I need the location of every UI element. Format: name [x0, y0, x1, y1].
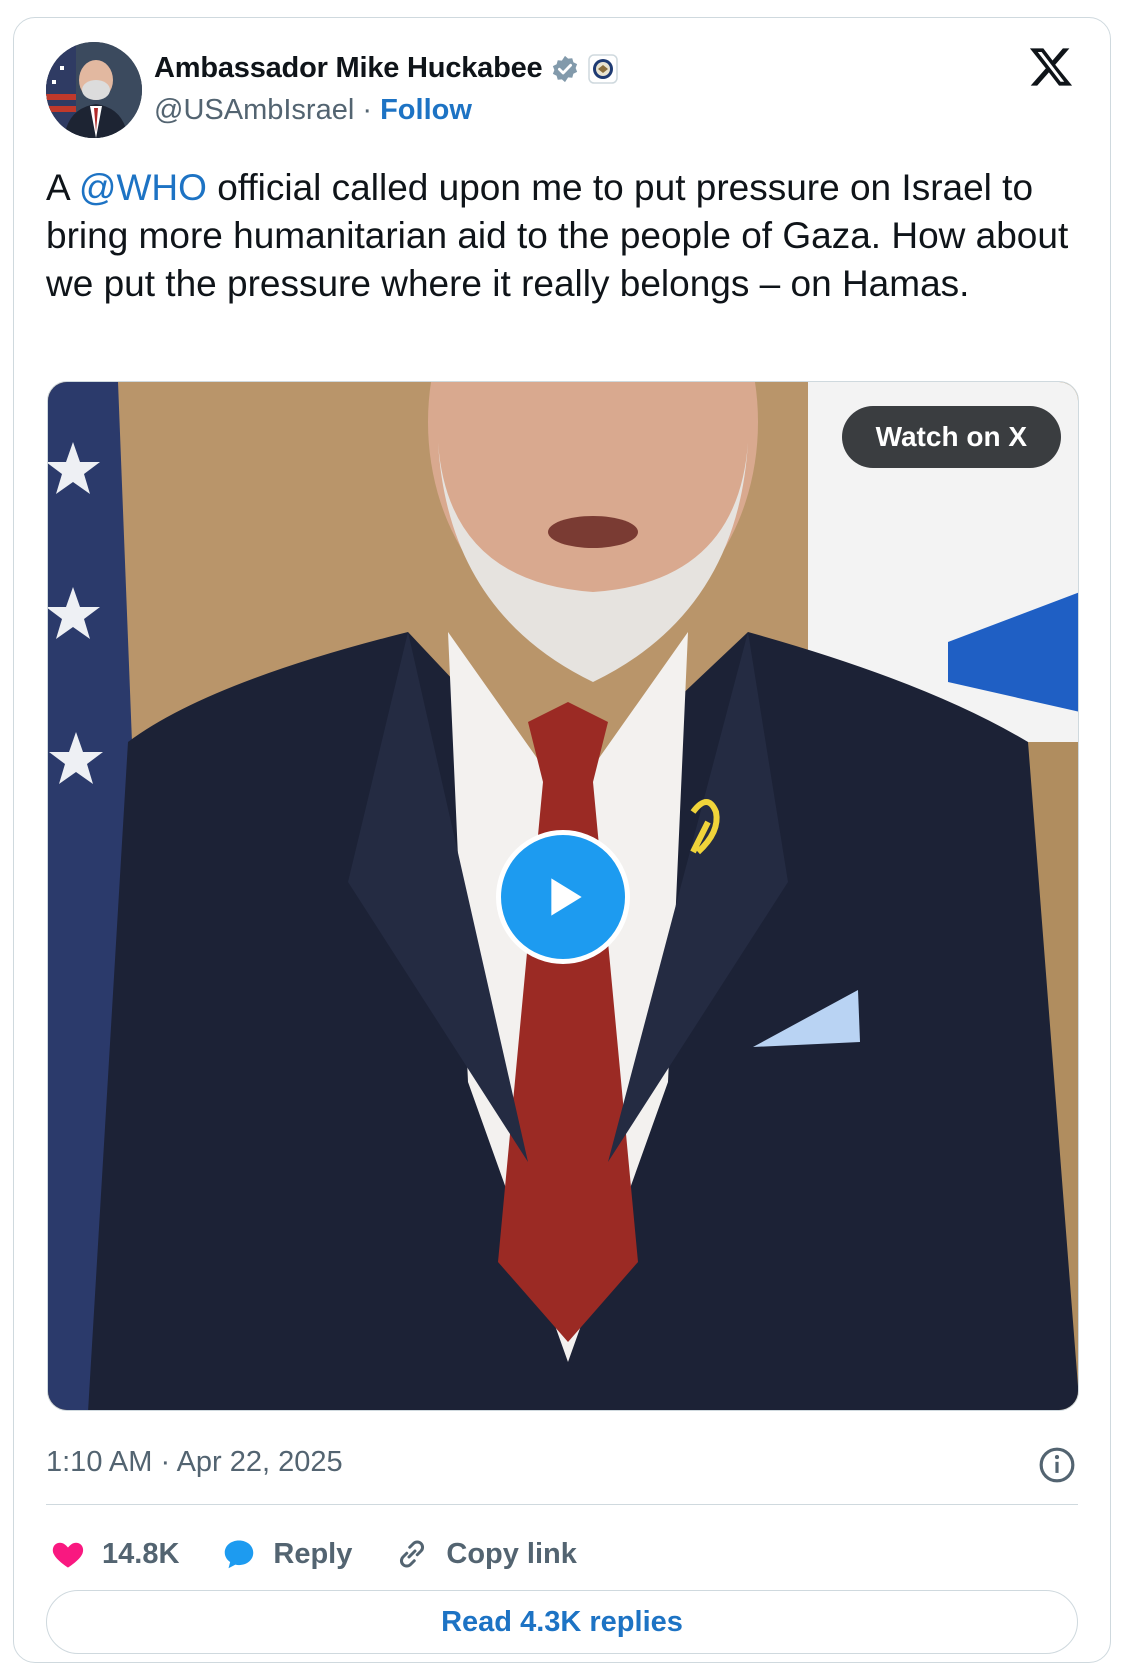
handle-separator: · [362, 94, 373, 126]
reply-button[interactable]: Reply [221, 1536, 352, 1572]
watch-on-x-button[interactable]: Watch on X [841, 406, 1061, 468]
tweet-timestamp[interactable]: 1:10 AM · Apr 22, 2025 [46, 1446, 343, 1479]
mention-link[interactable]: @WHO [79, 167, 207, 208]
follow-button[interactable]: Follow [380, 94, 472, 126]
reply-bubble-icon [225, 1540, 254, 1569]
author-handle[interactable]: @USAmbIsrael [154, 94, 354, 126]
reply-label: Reply [273, 1537, 353, 1570]
tweet-card: Ambassador Mike Huckabee @USAmbIsrael · … [13, 17, 1111, 1663]
play-icon [551, 878, 582, 916]
author-name[interactable]: Ambassador Mike Huckabee [154, 52, 543, 85]
like-button[interactable]: 14.8K [50, 1536, 179, 1572]
video-player[interactable]: Watch on X [47, 381, 1079, 1411]
action-bar: 14.8K Reply Copy link [50, 1526, 619, 1582]
heart-icon [52, 1542, 84, 1568]
author-handle-row: @USAmbIsrael · Follow [154, 94, 472, 127]
like-count: 14.8K [102, 1537, 180, 1570]
tweet-text-prefix: A [46, 167, 69, 208]
state-department-seal-icon [588, 53, 619, 84]
info-icon[interactable] [1038, 1446, 1076, 1484]
link-icon [400, 1540, 425, 1568]
play-button[interactable] [496, 830, 630, 964]
copy-link-button[interactable]: Copy link [394, 1536, 577, 1572]
read-replies-button[interactable]: Read 4.3K replies [46, 1590, 1078, 1654]
avatar-photo [46, 42, 142, 138]
tweet-text: A @WHO official called upon me to put pr… [46, 164, 1086, 308]
verified-badge-icon [553, 55, 578, 82]
x-logo-icon[interactable] [1028, 44, 1074, 90]
copy-link-label: Copy link [446, 1537, 577, 1570]
author-avatar[interactable] [46, 42, 142, 138]
divider [46, 1504, 1078, 1505]
